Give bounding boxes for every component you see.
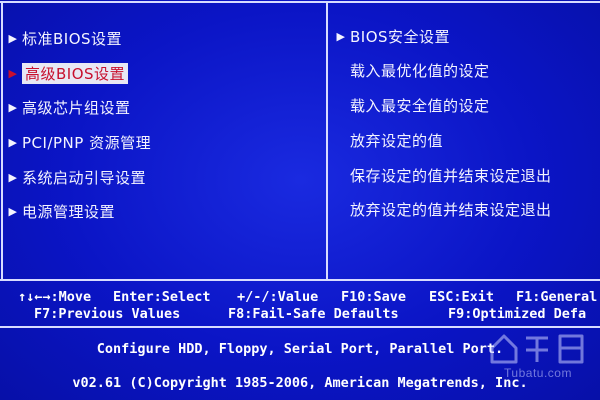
frame-top-border <box>0 1 600 3</box>
menu-item-discard-changes[interactable]: 放弃设定的值 <box>332 127 443 153</box>
menu-item-advanced-bios[interactable]: ▶ 高级BIOS设置 <box>4 60 129 86</box>
triangle-right-icon: ▶ <box>336 29 346 43</box>
help-move: ↑↓←→:Move <box>18 289 92 305</box>
menu-item-advanced-chipset[interactable]: ▶ 高级芯片组设置 <box>4 94 131 120</box>
menu-item-power[interactable]: ▶ 电源管理设置 <box>4 198 115 224</box>
menu-item-label: 放弃设定的值并结束设定退出 <box>350 200 552 219</box>
left-menu-panel: ▶ 标准BIOS设置 ▶ 高级BIOS设置 ▶ 高级芯片组设置 ▶ PCI/PN… <box>4 6 324 278</box>
frame-left-border <box>1 1 3 279</box>
menu-item-discard-exit[interactable]: 放弃设定的值并结束设定退出 <box>332 196 552 222</box>
help-bar-row-1: ↑↓←→:Move Enter:Select +/-/:Value F10:Sa… <box>0 289 600 307</box>
house-logo-icon <box>490 334 584 364</box>
triangle-right-icon: ▶ <box>8 31 18 45</box>
watermark-text: Tubatu.com <box>504 366 572 380</box>
tubatu-watermark-logo: Tubatu.com <box>482 326 594 384</box>
help-bar-row-2: F7:Previous Values F8:Fail-Safe Defaults… <box>0 306 600 324</box>
triangle-right-icon: ▶ <box>8 170 18 184</box>
menu-item-label: BIOS安全设置 <box>350 27 451 46</box>
menu-item-pci-pnp[interactable]: ▶ PCI/PNP 资源管理 <box>4 129 151 155</box>
menu-item-standard-bios[interactable]: ▶ 标准BIOS设置 <box>4 25 122 51</box>
help-save: F10:Save <box>341 289 407 305</box>
menu-item-label: 高级芯片组设置 <box>22 98 131 117</box>
right-menu-panel: ▶ BIOS安全设置 载入最优化值的设定 载入最安全值的设定 放弃设定的值 保存… <box>332 6 600 278</box>
help-value: +/-/:Value <box>237 289 319 305</box>
triangle-right-icon: ▶ <box>8 66 18 80</box>
help-exit: ESC:Exit <box>429 289 495 305</box>
frame-divider-vertical <box>326 1 328 279</box>
menu-item-label: 高级BIOS设置 <box>22 62 129 84</box>
menu-item-label: 保存设定的值并结束设定退出 <box>350 166 552 185</box>
help-failsafe: F8:Fail-Safe Defaults <box>228 306 399 322</box>
menu-item-label: 放弃设定的值 <box>350 131 444 150</box>
menu-item-load-failsafe[interactable]: 载入最安全值的设定 <box>332 92 490 118</box>
bios-screen: ▶ 标准BIOS设置 ▶ 高级BIOS设置 ▶ 高级芯片组设置 ▶ PCI/PN… <box>0 0 600 400</box>
menu-item-label: 电源管理设置 <box>22 202 116 221</box>
menu-item-bios-security[interactable]: ▶ BIOS安全设置 <box>332 23 450 49</box>
menu-item-boot[interactable]: ▶ 系统启动引导设置 <box>4 164 146 190</box>
menu-item-label: 载入最优化值的设定 <box>350 61 490 80</box>
menu-item-label: 系统启动引导设置 <box>22 168 147 187</box>
menu-item-label: 载入最安全值的设定 <box>350 96 490 115</box>
menu-item-label: PCI/PNP 资源管理 <box>22 133 152 152</box>
help-select: Enter:Select <box>113 289 211 305</box>
menu-item-label: 标准BIOS设置 <box>22 29 123 48</box>
menu-item-save-exit[interactable]: 保存设定的值并结束设定退出 <box>332 162 552 188</box>
triangle-right-icon: ▶ <box>8 135 18 149</box>
help-previous: F7:Previous Values <box>34 306 181 322</box>
help-optimized: F9:Optimized Defa <box>448 306 587 322</box>
triangle-right-icon: ▶ <box>8 204 18 218</box>
frame-divider-horizontal <box>0 279 600 281</box>
triangle-right-icon: ▶ <box>8 100 18 114</box>
menu-item-load-optimized[interactable]: 载入最优化值的设定 <box>332 57 490 83</box>
help-general: F1:General <box>516 289 598 305</box>
